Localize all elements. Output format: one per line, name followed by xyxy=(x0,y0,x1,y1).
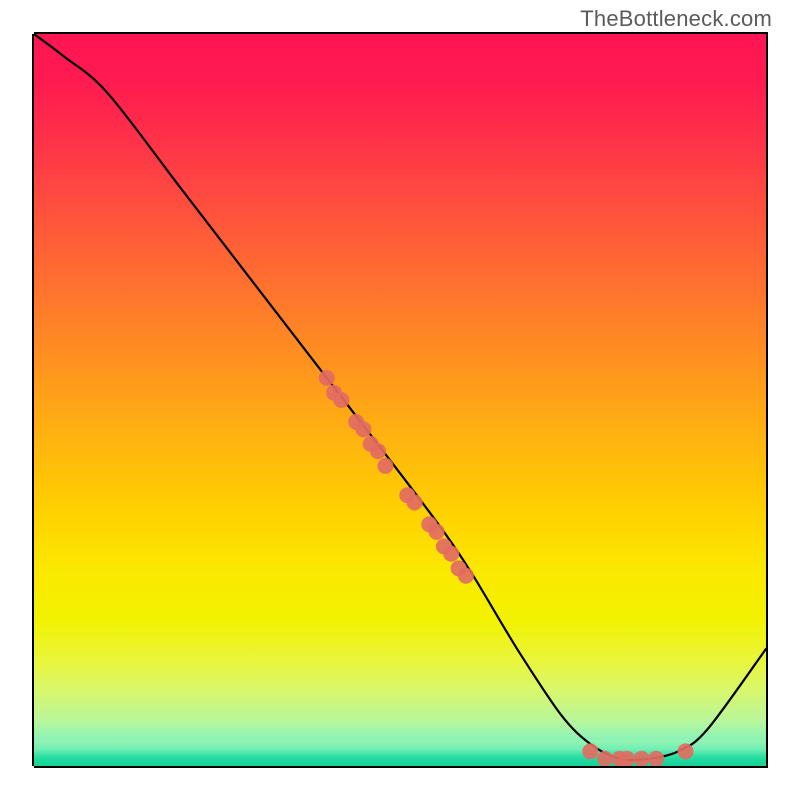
data-marker xyxy=(429,524,445,540)
data-marker xyxy=(582,743,598,759)
data-marker xyxy=(619,751,635,766)
data-marker xyxy=(443,546,459,562)
data-marker xyxy=(407,495,423,511)
axis-bottom xyxy=(34,766,768,768)
data-marker xyxy=(648,751,664,766)
watermark-text: TheBottleneck.com xyxy=(580,6,772,32)
data-marker xyxy=(319,370,335,386)
plot-area xyxy=(34,34,766,766)
data-marker xyxy=(333,392,349,408)
data-marker xyxy=(634,751,650,766)
bottleneck-curve xyxy=(34,34,766,760)
data-marker xyxy=(355,421,371,437)
data-marker xyxy=(678,743,694,759)
data-marker xyxy=(597,751,613,766)
data-markers xyxy=(319,370,694,766)
data-marker xyxy=(377,458,393,474)
axis-right xyxy=(766,34,768,766)
chart-container: TheBottleneck.com xyxy=(0,0,800,800)
data-marker xyxy=(458,568,474,584)
data-marker xyxy=(370,443,386,459)
chart-svg xyxy=(34,34,766,766)
